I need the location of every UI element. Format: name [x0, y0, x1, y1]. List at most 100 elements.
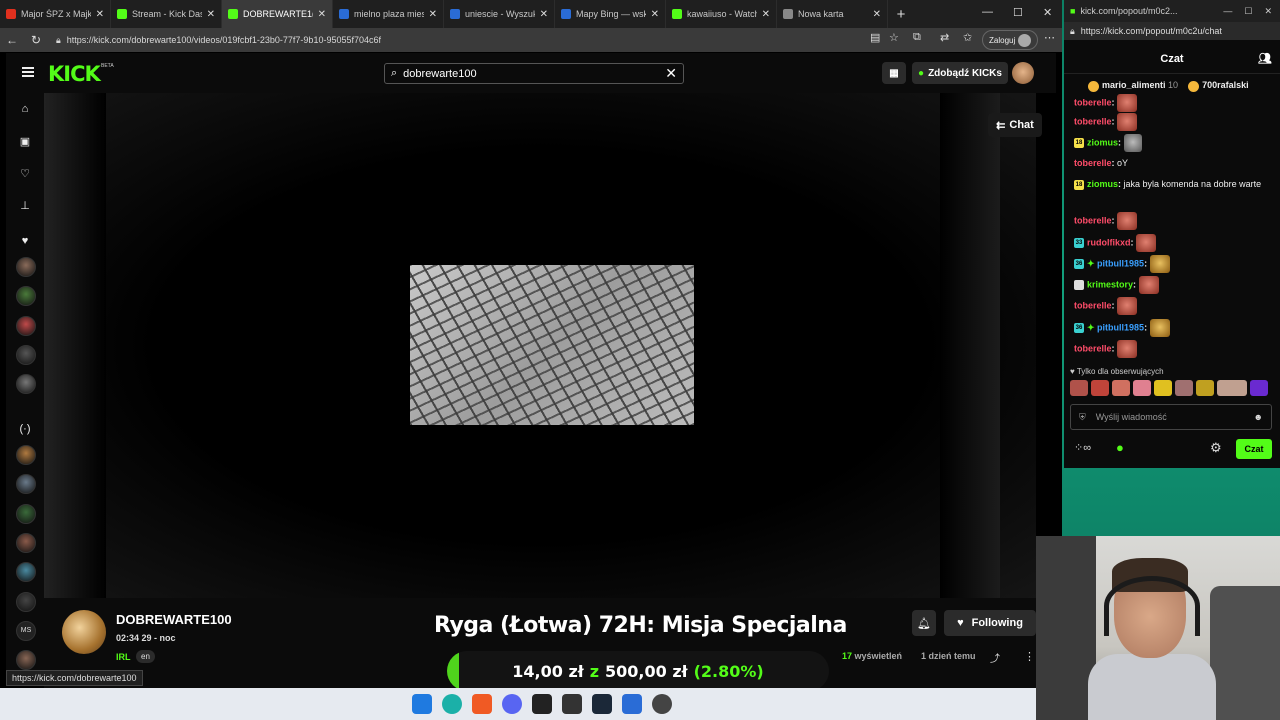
chat-username[interactable]: toberelle	[1074, 158, 1112, 168]
minimize-icon[interactable]: —	[982, 6, 993, 18]
hamburger-menu-icon[interactable]	[22, 67, 34, 77]
tab-close-icon[interactable]: ✕	[873, 9, 881, 20]
dashboard-button[interactable]: ▦	[882, 62, 906, 84]
following-button[interactable]: ♥ Following	[944, 610, 1036, 636]
tab-close-icon[interactable]: ✕	[762, 9, 770, 20]
browser-tab[interactable]: Stream - Kick Dashb ✕	[111, 0, 222, 28]
followed-channel-avatar[interactable]	[16, 650, 36, 671]
browser-tab[interactable]: Major ŚPZ x Majki - ✕	[0, 0, 111, 28]
video-frame[interactable]	[410, 265, 694, 425]
browser-tab[interactable]: Mapy Bing — wskaz ✕	[555, 0, 666, 28]
close-window-icon[interactable]: ✕	[1043, 6, 1052, 19]
home-icon[interactable]: ⌂	[18, 103, 32, 115]
clear-search-icon[interactable]: ✕	[665, 65, 677, 82]
followed-channel-avatar[interactable]	[16, 344, 36, 365]
chat-username[interactable]: pitbull1985	[1097, 322, 1144, 332]
chat-username[interactable]: toberelle	[1074, 215, 1112, 225]
followed-channel-avatar[interactable]	[16, 445, 36, 465]
chat-username[interactable]: toberelle	[1074, 116, 1112, 126]
reader-icon[interactable]: ▤	[870, 31, 880, 44]
tab-close-icon[interactable]: ✕	[651, 9, 659, 20]
app-icon[interactable]	[622, 694, 642, 714]
browser-tab[interactable]: DOBREWARTE1(✕	[222, 0, 333, 28]
categories-icon[interactable]: ⊥	[18, 199, 32, 212]
top-gifter[interactable]: 700rafalski	[1188, 80, 1249, 92]
following-icon[interactable]: ♡	[18, 167, 32, 180]
chat-username[interactable]: toberelle	[1074, 300, 1112, 310]
category-tag[interactable]: IRL	[116, 652, 131, 662]
chat-username[interactable]: toberelle	[1074, 343, 1112, 353]
close-window-icon[interactable]: ✕	[1264, 6, 1272, 17]
emote-item[interactable]	[1091, 380, 1109, 396]
extensions-icon[interactable]: ⧉	[913, 31, 921, 44]
browser-tab[interactable]: uniescie - Wyszukaj ✕	[444, 0, 555, 28]
followed-channel-avatar[interactable]	[16, 257, 36, 277]
emote-item[interactable]	[1196, 380, 1214, 396]
chat-username[interactable]: ziomus	[1087, 137, 1118, 147]
maximize-icon[interactable]: ☐	[1013, 6, 1023, 19]
channel-name[interactable]: DOBREWARTE100	[116, 612, 232, 627]
chat-username[interactable]: krimestory	[1087, 279, 1133, 289]
followed-channel-avatar[interactable]	[16, 503, 36, 524]
notification-bell-button[interactable]: 🔔︎	[912, 610, 936, 636]
language-tag[interactable]: en	[136, 650, 155, 663]
users-icon[interactable]: 👥︎	[1258, 52, 1272, 65]
followed-channel-avatar[interactable]	[16, 474, 36, 495]
followed-channel-avatar[interactable]	[16, 591, 36, 612]
tab-close-icon[interactable]: ✕	[96, 9, 104, 20]
back-icon[interactable]: ←	[0, 33, 24, 47]
obs-icon[interactable]	[652, 694, 672, 714]
emoji-icon[interactable]: ☻	[1254, 412, 1263, 422]
menu-dots-icon[interactable]: ⋯	[1044, 31, 1055, 44]
settings-gear-icon[interactable]: ⚙	[1210, 440, 1222, 456]
streamlabs-icon[interactable]	[532, 694, 552, 714]
discord-icon[interactable]	[502, 694, 522, 714]
user-avatar[interactable]	[1012, 62, 1034, 84]
followed-channel-avatar[interactable]	[16, 286, 36, 307]
browse-icon[interactable]: ▣	[18, 135, 32, 148]
browser-tab[interactable]: kawaiiuso - Watch th ✕	[666, 0, 777, 28]
reload-icon[interactable]: ↻	[24, 33, 48, 47]
edge-icon[interactable]	[442, 694, 462, 714]
brave-icon[interactable]	[472, 694, 492, 714]
heart-icon[interactable]: ♥	[18, 235, 32, 247]
windows-start-icon[interactable]	[412, 694, 432, 714]
favorite-star-icon[interactable]: ☆	[889, 31, 899, 44]
tab-close-icon[interactable]: ✕	[540, 9, 548, 20]
emote-bar[interactable]	[1070, 380, 1268, 396]
get-kicks-button[interactable]: ● Zdobądź KICKs	[912, 62, 1008, 84]
chat-toggle-button[interactable]: ⇇ Chat	[988, 113, 1042, 137]
emote-item[interactable]	[1175, 380, 1193, 396]
emote-item[interactable]	[1070, 380, 1088, 396]
followed-channel-avatar[interactable]	[16, 532, 36, 553]
chat-username[interactable]: rudolfikxd	[1087, 237, 1131, 247]
chat-message-input[interactable]: ⛨ Wyślij wiadomość ☻	[1070, 404, 1272, 430]
split-screen-icon[interactable]: ⇄	[940, 31, 949, 44]
tab-close-icon[interactable]: ✕	[429, 9, 437, 20]
top-gifter[interactable]: mario_alimenti 10	[1088, 80, 1178, 92]
followed-channel-avatar[interactable]: MS	[16, 620, 36, 641]
chat-send-button[interactable]: Czat	[1236, 439, 1272, 459]
address-bar[interactable]: 🔒︎ https://kick.com/dobrewarte100/videos…	[56, 31, 826, 49]
followed-channel-avatar[interactable]	[16, 315, 36, 336]
collections-icon[interactable]: ✩	[963, 31, 972, 44]
emote-item[interactable]	[1112, 380, 1130, 396]
minimize-icon[interactable]: —	[1223, 6, 1232, 17]
chat-username[interactable]: ziomus	[1087, 179, 1118, 189]
live-icon[interactable]: (·)	[18, 423, 32, 435]
chat-username[interactable]: toberelle	[1074, 97, 1112, 107]
browser-tab[interactable]: mielno plaza mieszk ✕	[333, 0, 444, 28]
chat-username[interactable]: pitbull1985	[1097, 258, 1144, 268]
video-player[interactable]: ⇇ Chat	[44, 93, 1042, 598]
followed-channel-avatar[interactable]	[16, 562, 36, 583]
chat-address-bar[interactable]: 🔒︎ https://kick.com/popout/m0c2u/chat	[1064, 22, 1280, 40]
browser-tab[interactable]: Nowa karta ✕	[777, 0, 888, 28]
search-input[interactable]: ⌕ dobrewarte100 ✕	[384, 63, 684, 84]
emote-item[interactable]	[1250, 380, 1268, 396]
login-button[interactable]: Zaloguj	[982, 30, 1038, 50]
share-icon[interactable]: ⤴	[990, 650, 1000, 665]
kicks-coin-icon[interactable]: ●	[1116, 440, 1124, 455]
epic-games-icon[interactable]	[562, 694, 582, 714]
emote-item[interactable]	[1133, 380, 1151, 396]
infinity-icon[interactable]: ⁘∞	[1074, 441, 1091, 454]
